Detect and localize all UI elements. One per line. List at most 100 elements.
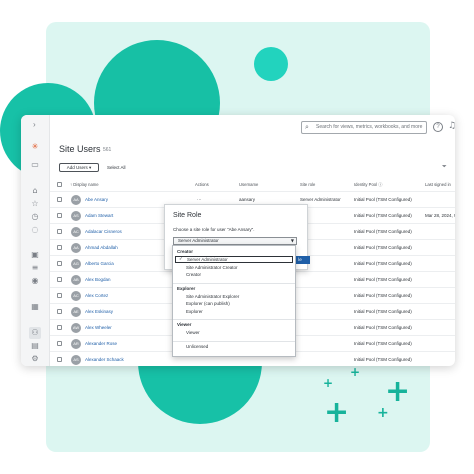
plus-icon: + [350, 365, 361, 379]
users-icon[interactable]: ⚇ [29, 327, 41, 339]
row-display-name[interactable]: Abe Ansary [85, 197, 108, 202]
schedule-icon[interactable]: ▤ [29, 340, 41, 352]
site-role-select-value: Server Administrator [178, 238, 219, 243]
avatar: AW [71, 323, 81, 333]
row-checkbox[interactable] [57, 357, 62, 362]
row-actions[interactable]: ··· [197, 197, 202, 202]
search-input[interactable]: ⌕ Search for views, metrics, workbooks, … [301, 121, 427, 134]
header-actions: Actions [195, 182, 209, 187]
row-identity-pool: Initial Pool (TSM Configured) [354, 293, 412, 298]
site-role-dropdown: Creator ✓ Server Administrator Site Adminis… [172, 245, 296, 357]
groups-icon[interactable]: ▣ [29, 249, 41, 261]
row-identity-pool: Initial Pool (TSM Configured) [354, 309, 412, 314]
dropdown-option[interactable]: Creator [186, 272, 201, 277]
dropdown-option[interactable]: Explorer [186, 309, 203, 314]
dropdown-option-label: Server Administrator [187, 257, 228, 262]
row-display-name[interactable]: Alexander Rose [85, 341, 117, 346]
bell-icon[interactable]: ♫ [448, 121, 455, 131]
header-display-name[interactable]: ↑ Display name [70, 182, 99, 187]
decor-circle [254, 47, 288, 81]
settings-icon[interactable]: ⚙ [29, 353, 41, 365]
dropdown-group-label: Creator [177, 249, 194, 254]
avatar: AB [71, 275, 81, 285]
lightbulb-icon[interactable]: ◌ [29, 224, 41, 236]
row-display-name[interactable]: Ahmad Abdallah [85, 245, 118, 250]
row-identity-pool: Initial Pool (TSM Configured) [354, 245, 412, 250]
star-icon[interactable]: ☆ [29, 198, 41, 210]
header-identity-pool[interactable]: Identity Pool ⓘ [354, 182, 382, 188]
dropdown-group-label: Viewer [177, 322, 192, 327]
dropdown-divider [173, 282, 295, 284]
dropdown-option[interactable]: Viewer [186, 330, 200, 335]
site-role-select[interactable]: Server Administrator ▼ [173, 237, 297, 245]
row-checkbox[interactable] [57, 293, 62, 298]
row-identity-pool: Initial Pool (TSM Configured) [354, 229, 412, 234]
page-title: Site Users [59, 144, 101, 154]
row-display-name[interactable]: Alex Eskinasy [85, 309, 113, 314]
dialog-title: Site Role [173, 212, 202, 219]
row-checkbox[interactable] [57, 213, 62, 218]
row-identity-pool: Initial Pool (TSM Configured) [354, 357, 412, 362]
row-identity-pool: Initial Pool (TSM Configured) [354, 213, 412, 218]
dropdown-option[interactable]: ✓ Server Administrator [175, 256, 293, 263]
pin-icon[interactable]: ◉ [29, 275, 41, 287]
checkmark-icon: ✓ [179, 257, 183, 262]
dropdown-option[interactable]: Site Administrator Creator [186, 265, 238, 270]
dropdown-divider [173, 340, 295, 342]
header-last-signed-in[interactable]: Last signed in [425, 182, 451, 187]
dropdown-group-label: Explorer [177, 285, 196, 291]
illustration: + + + + + › ✳ ▭ ⌂ ☆ ◷ ◌ ▣ ≡ ◉ ▦ ⚇ ▤ ⚙ ⌕ … [0, 0, 474, 474]
help-icon[interactable]: ? [433, 122, 443, 132]
row-display-name[interactable]: Alex Cortez [85, 293, 108, 298]
row-checkbox[interactable] [57, 309, 62, 314]
row-checkbox[interactable] [57, 341, 62, 346]
row-display-name[interactable]: Alex Wheeler [85, 325, 112, 330]
row-checkbox[interactable] [57, 261, 62, 266]
plus-icon: + [324, 395, 350, 430]
home-icon[interactable]: ⌂ [29, 185, 41, 197]
avatar: AE [71, 307, 81, 317]
row-display-name[interactable]: Adam Stewart [85, 213, 113, 218]
calendar-icon[interactable]: ▦ [29, 301, 41, 313]
top-bar: ⌕ Search for views, metrics, workbooks, … [50, 115, 455, 139]
chevron-down-icon: ▼ [290, 238, 294, 243]
plus-icon: + [385, 374, 411, 409]
search-placeholder: Search for views, metrics, workbooks, an… [316, 124, 423, 130]
folder-icon[interactable]: ▭ [29, 159, 41, 171]
dropdown-option[interactable]: Explorer (can publish) [186, 301, 230, 306]
row-site-role: Server Administrator [300, 197, 341, 202]
row-checkbox[interactable] [57, 277, 62, 282]
header-username[interactable]: Username [239, 182, 258, 187]
row-display-name[interactable]: Alexander Schaack [85, 357, 124, 362]
clock-icon[interactable]: ◷ [29, 211, 41, 223]
search-icon: ⌕ [305, 123, 309, 131]
row-identity-pool: Initial Pool (TSM Configured) [354, 325, 412, 330]
row-display-name[interactable]: Alberto Garcia [85, 261, 114, 266]
avatar: AS [71, 355, 81, 365]
row-checkbox[interactable] [57, 325, 62, 330]
filter-icon[interactable]: ⏷ [442, 163, 447, 171]
add-users-button[interactable]: Add Users ▾ [59, 163, 99, 172]
dropdown-option[interactable]: Unlicensed [186, 344, 208, 349]
avatar: AR [71, 339, 81, 349]
select-all-checkbox[interactable] [57, 182, 62, 187]
row-display-name[interactable]: Adalacar Cisneros [85, 229, 122, 234]
row-identity-pool: Initial Pool (TSM Configured) [354, 277, 412, 282]
row-display-name[interactable]: Alex Bogdan [85, 277, 111, 282]
row-identity-pool: Initial Pool (TSM Configured) [354, 197, 412, 202]
user-count: 561 [103, 147, 112, 153]
row-identity-pool: Initial Pool (TSM Configured) [354, 261, 412, 266]
row-identity-pool: Initial Pool (TSM Configured) [354, 341, 412, 346]
row-checkbox[interactable] [57, 229, 62, 234]
row-checkbox[interactable] [57, 197, 62, 202]
dialog-prompt: Choose a site role for user "Abe Ansary"… [173, 227, 255, 232]
chevron-right-icon[interactable]: › [33, 120, 36, 129]
row-username: aansary [239, 197, 256, 202]
list-icon[interactable]: ≡ [29, 262, 41, 274]
avatar: AG [71, 259, 81, 269]
select-all-button[interactable]: Select All [107, 165, 126, 170]
row-checkbox[interactable] [57, 245, 62, 250]
dropdown-option[interactable]: Site Administrator Explorer [186, 294, 239, 299]
header-site-role[interactable]: Site role [300, 182, 315, 187]
row-last-signed-in: Mar 28, 2024, 9:33 AM [425, 213, 455, 218]
